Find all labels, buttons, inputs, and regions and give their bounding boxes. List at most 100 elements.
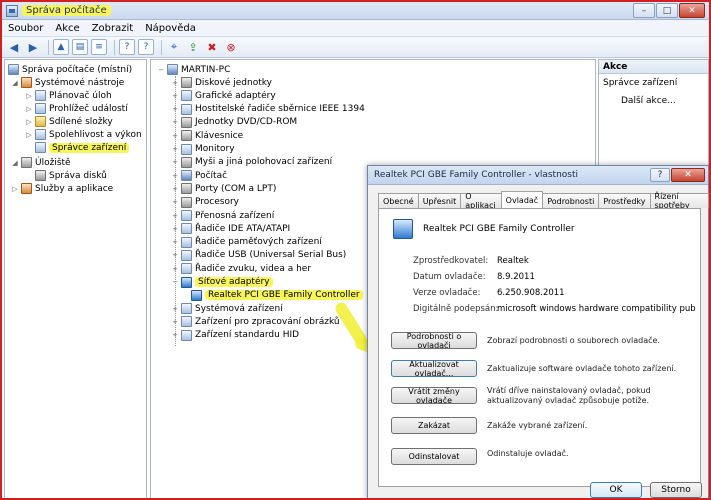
tree-item-event-viewer[interactable]: ▷ Prohlížeč událostí [25,102,128,115]
more-actions-link[interactable]: Další akce... [599,92,708,106]
tab-resources[interactable]: Prostředky [598,193,651,208]
expand-icon[interactable]: + [171,331,179,339]
disable-device-icon[interactable]: ✖ [204,39,220,55]
expand-icon[interactable]: + [171,172,179,180]
tree-item-system-tools[interactable]: ◢ Systémové nástroje [11,76,124,89]
update-driver-button[interactable]: Aktualizovat ovladač... [391,360,477,378]
expand-icon[interactable]: + [171,318,179,326]
expand-icon[interactable]: ▷ [25,118,33,126]
tools-icon [21,77,32,88]
help-box-icon[interactable]: ? [138,39,154,55]
expand-icon[interactable]: ▷ [25,92,33,100]
back-arrow-icon[interactable]: ◀ [6,39,22,55]
disable-button[interactable]: Zakázat [391,417,477,434]
expand-icon[interactable]: + [171,305,179,313]
uninstall-button[interactable]: Odinstalovat [391,448,477,465]
tree-item-services[interactable]: ▷ Služby a aplikace [11,182,113,195]
properties-icon[interactable]: ▤ [72,39,88,55]
tree-item-task-scheduler[interactable]: ▷ Plánovač úloh [25,89,112,102]
expand-icon[interactable]: ▷ [25,105,33,113]
dialog-close-button[interactable]: ✕ [671,168,705,182]
toolbar: ◀ ▶ ▲ ▤ ≡ ? ? ⌖ ⇪ ✖ ⊗ [2,37,709,58]
expand-icon[interactable]: ▷ [11,185,19,193]
device-category-prenosna-zarizeni[interactable]: + Přenosná zařízení [171,209,274,222]
collapse-icon[interactable]: − [171,278,179,286]
scan-icon[interactable]: ⌖ [166,39,182,55]
roll-back-driver-button[interactable]: Vrátit změny ovladače [391,387,477,405]
window-controls: – □ ✕ [632,3,705,18]
close-button[interactable]: ✕ [679,3,705,18]
device-category-hostitelske-radice-sbernice-ieee-1394[interactable]: + Hostitelské řadiče sběrnice IEEE 1394 [171,103,365,116]
menu-zobrazit[interactable]: Zobrazit [86,23,140,34]
expand-icon[interactable]: + [171,79,179,87]
tree-item-device-manager[interactable]: Správce zařízení [35,141,130,154]
expand-icon[interactable]: + [171,198,179,206]
tab-about[interactable]: O aplikaci [460,192,502,210]
tree-item-root[interactable]: Správa počítače (místní) [8,63,132,76]
folder-up-icon[interactable]: ▲ [53,39,69,55]
tab-general[interactable]: Obecné [378,193,419,208]
dialog-help-button[interactable]: ? [650,168,670,182]
collapse-icon[interactable]: − [157,66,165,74]
help-icon[interactable]: ? [119,39,135,55]
expand-icon[interactable]: + [171,132,179,140]
minimize-button[interactable]: – [633,3,655,18]
forward-arrow-icon[interactable]: ▶ [25,39,41,55]
expand-icon[interactable]: + [171,212,179,220]
cancel-button[interactable]: Storno [650,482,702,498]
expand-icon[interactable]: + [171,185,179,193]
device-category-zarizeni-pro-zpracovani-obrazku[interactable]: + Zařízení pro zpracování obrázků [171,315,340,328]
tab-advanced[interactable]: Upřesnit [417,193,462,208]
actions-section-device-manager[interactable]: Správce zařízení [599,74,708,92]
device-category-procesory[interactable]: + Procesory [171,196,239,209]
expand-icon[interactable]: + [171,118,179,126]
expand-icon[interactable]: + [171,251,179,259]
device-category-diskove-jednotky[interactable]: + Diskové jednotky [171,76,272,89]
device-category-radice-usb-universal-serial-bus[interactable]: + Řadiče USB (Universal Serial Bus) [171,249,346,262]
ok-button[interactable]: OK [590,482,642,498]
expand-icon[interactable]: + [171,158,179,166]
device-category-pocitac[interactable]: + Počítač [171,169,227,182]
maximize-button[interactable]: □ [656,3,678,18]
event-viewer-icon [35,103,46,114]
device-tree-root[interactable]: − MARTIN-PC [157,63,230,76]
uninstall-device-icon[interactable]: ⊗ [223,39,239,55]
menu-soubor[interactable]: Soubor [2,23,49,34]
expand-icon[interactable]: + [171,105,179,113]
tree-item-disk-management[interactable]: Správa disků [35,169,107,182]
expand-icon[interactable]: + [171,265,179,273]
device-category-jednotky-dvd-cd-rom[interactable]: + Jednotky DVD/CD-ROM [171,116,297,129]
collapse-icon[interactable]: ◢ [11,159,19,167]
menu-napoveda[interactable]: Nápověda [139,23,202,34]
collapse-icon[interactable]: ◢ [11,79,19,87]
device-category-klavesnice[interactable]: + Klávesnice [171,129,243,142]
expand-icon[interactable]: + [171,238,179,246]
device-category-systemova-zarizeni[interactable]: + Systémová zařízení [171,302,283,315]
device-category-graficke-adaptery[interactable]: + Grafické adaptéry [171,89,276,102]
device-category-radice-pametovych-zarizeni[interactable]: + Řadiče paměťových zařízení [171,236,322,249]
update-driver-icon[interactable]: ⇪ [185,39,201,55]
device-category-monitory[interactable]: + Monitory [171,143,235,156]
device-category-zarizeni-standardu-hid[interactable]: + Zařízení standardu HID [171,329,299,342]
expand-icon[interactable]: + [171,92,179,100]
driver-details-button[interactable]: Podrobnosti o ovladači [391,332,477,350]
device-category-mysi-a-jina-polohovaci-zarizeni[interactable]: + Myši a jiná polohovací zařízení [171,156,332,169]
device-category-radice-zvuku-videa-a-her[interactable]: + Řadiče zvuku, videa a her [171,262,311,275]
tab-details[interactable]: Podrobnosti [542,193,600,208]
expand-icon[interactable]: ▷ [25,131,33,139]
tab-power-management[interactable]: Řízení spotřeby [649,192,709,210]
expand-icon[interactable]: + [171,145,179,153]
device-item-realtek-pci-gbe-family-controller[interactable]: Realtek PCI GBE Family Controller [191,289,363,302]
device-category-radice-ide-ata-atapi[interactable]: + Řadiče IDE ATA/ATAPI [171,222,290,235]
tree-item-shared-folders[interactable]: ▷ Sdílené složky [25,115,113,128]
tab-driver[interactable]: Ovladač [500,191,544,208]
device-category-porty-com-a-lpt[interactable]: + Porty (COM a LPT) [171,182,276,195]
tree-item-storage[interactable]: ◢ Úložiště [11,156,71,169]
menu-akce[interactable]: Akce [49,23,85,34]
net-icon [191,289,202,301]
tree-item-reliability[interactable]: ▷ Spolehlivost a výkon [25,128,142,141]
list-icon[interactable]: ≡ [91,39,107,55]
device-category-sitove-adaptery[interactable]: − Síťové adaptéry [171,276,273,289]
expand-icon[interactable]: + [171,225,179,233]
storage-icon [21,157,32,168]
